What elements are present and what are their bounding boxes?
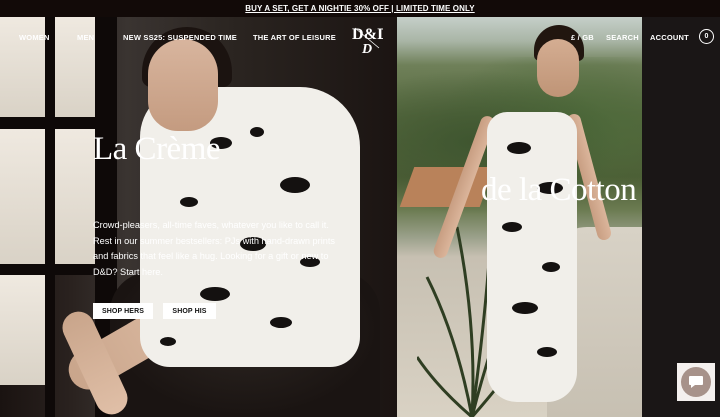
- hero-title-left: La Crème: [93, 131, 221, 167]
- nav-item-art-of-leisure[interactable]: THE ART OF LEISURE: [253, 33, 336, 42]
- hero-image-right: [397, 17, 720, 417]
- cart-count-badge[interactable]: 0: [699, 29, 714, 44]
- chat-widget[interactable]: [677, 363, 715, 401]
- hero-title-right: de la Cotton: [481, 172, 637, 208]
- nav-item-new-ss25[interactable]: NEW SS25: SUSPENDED TIME: [123, 33, 237, 42]
- account-link[interactable]: ACCOUNT: [650, 33, 689, 42]
- hero-image-left: [0, 17, 397, 417]
- hero-description: Crowd-pleasers, all-time faves, whatever…: [93, 220, 336, 277]
- shop-hers-button[interactable]: SHOP HERS: [93, 303, 153, 319]
- svg-text:D&D: D&D: [352, 26, 383, 43]
- promo-banner[interactable]: BUY A SET, GET A NIGHTIE 30% OFF | LIMIT…: [0, 0, 720, 17]
- brand-logo[interactable]: D&D D: [351, 21, 383, 55]
- promo-text[interactable]: BUY A SET, GET A NIGHTIE 30% OFF | LIMIT…: [245, 4, 474, 13]
- shop-his-button[interactable]: SHOP HIS: [163, 303, 216, 319]
- currency-selector[interactable]: £ / GB: [571, 33, 594, 42]
- nav-item-women[interactable]: WOMEN: [19, 33, 50, 42]
- svg-text:D: D: [361, 42, 372, 55]
- chat-icon[interactable]: [681, 367, 711, 397]
- hero-section: La Crème de la Cotton Crowd-pleasers, al…: [0, 17, 720, 417]
- nav-item-men[interactable]: MEN: [77, 33, 94, 42]
- main-navigation: WOMEN MEN NEW SS25: SUSPENDED TIME THE A…: [0, 17, 720, 57]
- search-link[interactable]: SEARCH: [606, 33, 639, 42]
